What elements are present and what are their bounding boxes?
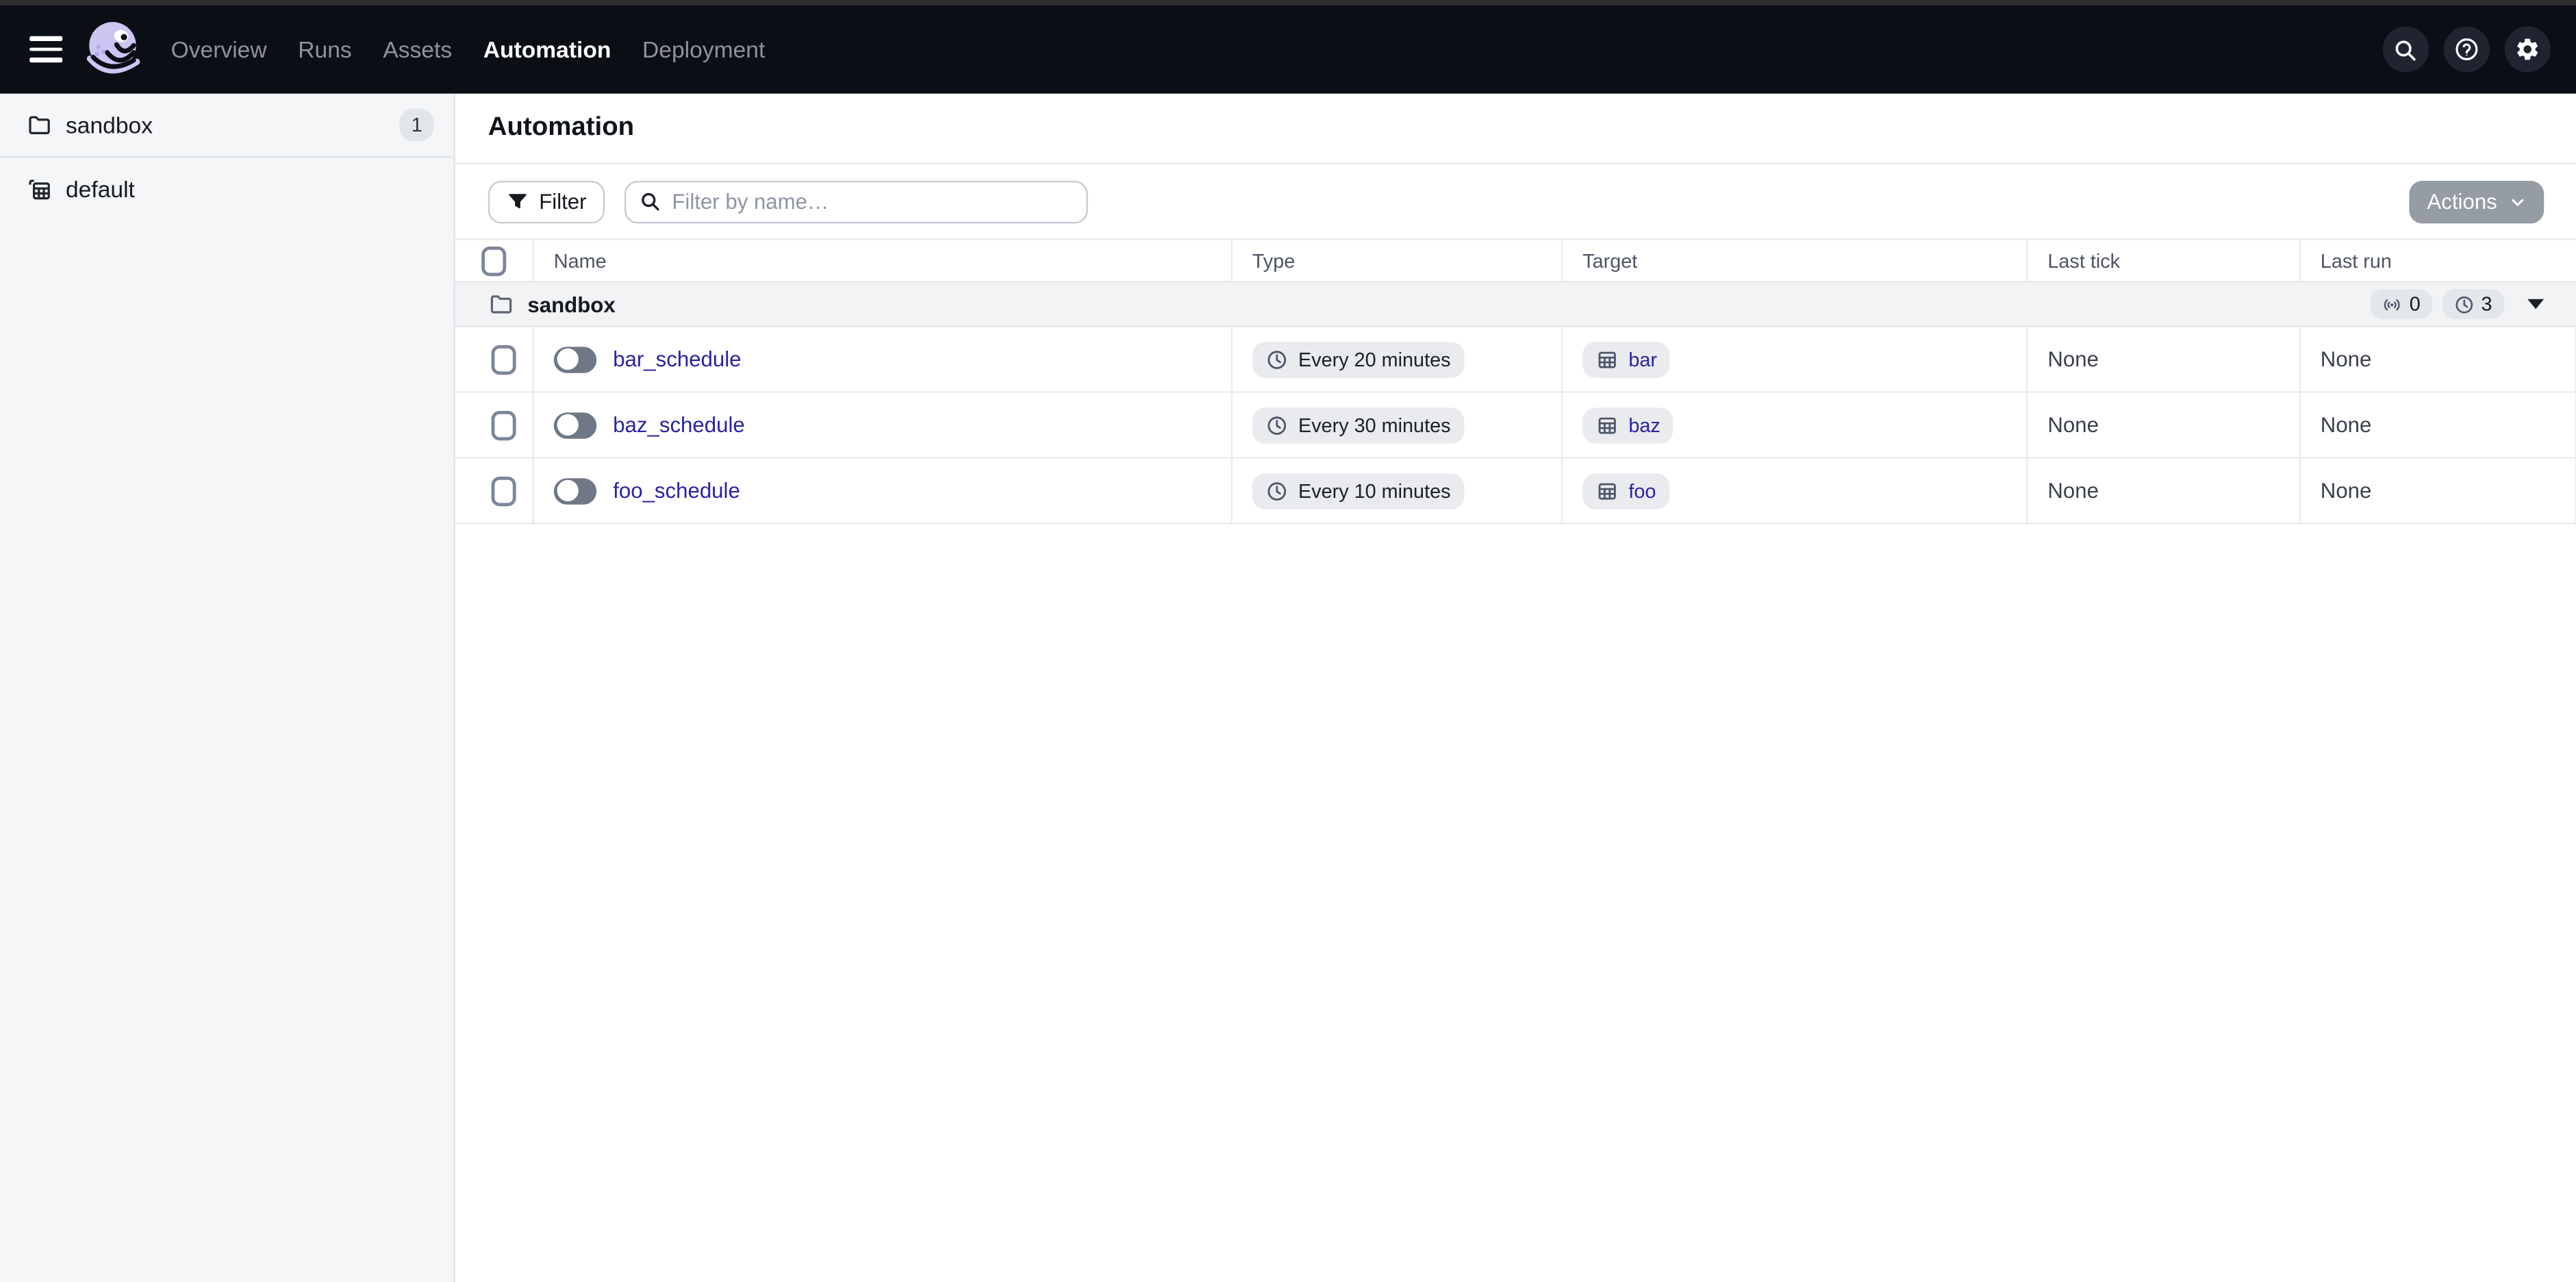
column-header-type: Type [1233,240,1563,281]
schedule-type-tag: Every 20 minutes [1252,341,1464,377]
enabled-toggle[interactable] [554,412,596,438]
row-checkbox[interactable] [492,410,516,440]
search-field-wrap [624,180,1088,223]
filter-button[interactable]: Filter [488,180,605,223]
gear-icon [2514,36,2540,62]
schedule-count-badge: 3 [2442,289,2503,318]
top-navigation-bar: Overview Runs Assets Automation Deployme… [0,5,2576,94]
table-icon [1595,479,1619,503]
nav-automation[interactable]: Automation [480,29,614,69]
column-header-last-run: Last run [2301,240,2576,281]
dagster-app: Overview Runs Assets Automation Deployme… [0,0,2576,1282]
sensor-count: 0 [2410,292,2421,316]
target-link[interactable]: baz [1628,414,1660,437]
schedule-type-label: Every 30 minutes [1298,414,1451,437]
nav-runs[interactable]: Runs [294,29,355,69]
sidebar-item-label: default [66,176,434,202]
schedule-name-link[interactable]: foo_schedule [613,478,740,503]
schedule-name-link[interactable]: baz_schedule [613,412,745,437]
schedule-count: 3 [2482,292,2492,316]
actions-button-label: Actions [2427,189,2497,214]
hamburger-menu-icon[interactable] [29,36,62,62]
table-header-row: Name Type Target Last tick Last run [455,240,2576,282]
target-link[interactable]: foo [1628,479,1656,503]
stacked-grid-icon [26,176,52,202]
table-icon [1595,348,1619,371]
schedule-type-tag: Every 30 minutes [1252,407,1464,443]
last-run-value: None [2301,327,2576,392]
sensor-count-badge: 0 [2370,289,2432,318]
column-header-last-tick: Last tick [2028,240,2301,281]
search-icon [639,190,660,212]
group-name: sandbox [527,292,615,316]
nav-deployment[interactable]: Deployment [639,29,768,69]
table-row: baz_schedule Every 30 minutes [455,393,2576,459]
last-tick-value: None [2028,459,2301,523]
column-header-target: Target [1563,240,2028,281]
sidebar-item-label: sandbox [66,112,400,138]
page-header: Automation [455,94,2576,164]
clock-icon [1265,348,1289,371]
nav-overview[interactable]: Overview [168,29,270,69]
chevron-down-icon [2509,193,2525,210]
main-content: Automation Filter Actions [455,94,2576,1282]
last-run-value: None [2301,393,2576,457]
help-button[interactable] [2443,26,2489,72]
target-tag: baz [1582,407,1674,443]
sensor-icon [2382,293,2403,314]
collapse-caret-icon[interactable] [2527,299,2543,309]
schedule-type-label: Every 10 minutes [1298,479,1451,503]
target-tag: foo [1582,473,1669,509]
sidebar-item-sandbox[interactable]: sandbox 1 [0,94,453,156]
search-icon [2392,37,2417,62]
help-icon [2453,36,2479,62]
table-row: bar_schedule Every 20 minutes [455,327,2576,393]
code-location-sidebar: sandbox 1 default [0,94,455,1282]
sidebar-item-default[interactable]: default [0,158,453,220]
settings-button[interactable] [2503,26,2549,72]
dagster-logo [82,18,144,80]
group-row-sandbox[interactable]: sandbox 0 [455,283,2576,327]
window-top-strip [0,0,2576,5]
enabled-toggle[interactable] [554,477,596,503]
clock-icon [1265,414,1289,437]
enabled-toggle[interactable] [554,346,596,372]
table-icon [1595,414,1619,437]
sidebar-count-badge: 1 [400,108,434,141]
schedule-type-tag: Every 10 minutes [1252,473,1464,509]
actions-button[interactable]: Actions [2409,180,2543,223]
schedule-name-link[interactable]: bar_schedule [613,347,741,371]
table-row: foo_schedule Every 10 minutes [455,459,2576,525]
page-title: Automation [488,114,634,143]
toolbar: Filter Actions [455,164,2576,240]
folder-icon [26,112,52,138]
row-checkbox[interactable] [492,344,516,374]
schedule-type-label: Every 20 minutes [1298,348,1451,371]
select-all-checkbox[interactable] [481,246,506,275]
column-header-name: Name [534,240,1233,281]
target-tag: bar [1582,341,1670,377]
search-button[interactable] [2382,26,2428,72]
nav-assets[interactable]: Assets [380,29,455,69]
main-nav: Overview Runs Assets Automation Deployme… [168,29,768,69]
funnel-icon [506,190,529,213]
last-tick-value: None [2028,393,2301,457]
folder-icon [488,291,514,317]
last-run-value: None [2301,459,2576,523]
clock-icon [1265,479,1289,503]
clock-icon [2453,293,2475,314]
row-checkbox[interactable] [492,476,516,505]
filter-button-label: Filter [539,189,586,214]
last-tick-value: None [2028,327,2301,392]
automation-table: Name Type Target Last tick Last run sand… [455,240,2576,524]
target-link[interactable]: bar [1628,348,1657,371]
filter-by-name-input[interactable] [624,180,1088,223]
